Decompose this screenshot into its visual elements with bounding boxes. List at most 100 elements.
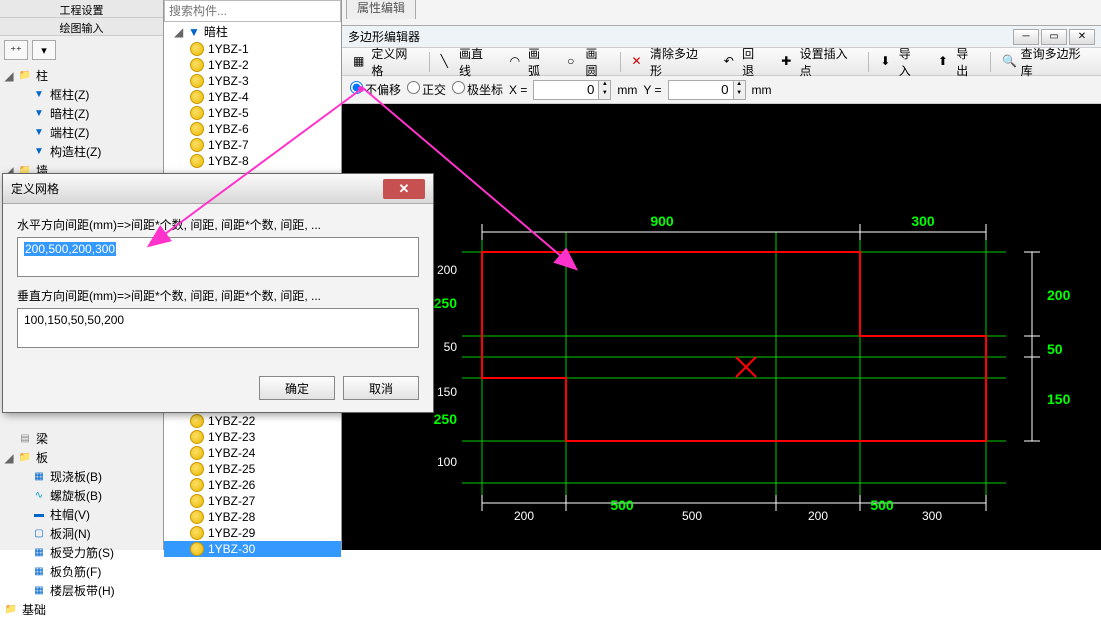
- component-icon: [190, 42, 204, 56]
- import-button[interactable]: ⬇导入: [873, 42, 928, 82]
- component-icon: [190, 510, 204, 524]
- list-item[interactable]: 1YBZ-3: [164, 73, 341, 89]
- tree-node-liang[interactable]: ▤梁: [0, 429, 163, 448]
- y-input[interactable]: [668, 80, 734, 100]
- clear-poly-button[interactable]: ✕清除多边形: [625, 42, 715, 82]
- tree-node-kuangzhu[interactable]: ▼框柱(Z): [0, 85, 163, 104]
- h-spacing-label: 水平方向间距(mm)=>间距*个数, 间距, 间距*个数, 间距, ...: [17, 216, 419, 233]
- list-item[interactable]: 1YBZ-26: [164, 477, 341, 493]
- cancel-button[interactable]: 取消: [343, 376, 419, 400]
- v-spacing-label: 垂直方向间距(mm)=>间距*个数, 间距, 间距*个数, 间距, ...: [17, 287, 419, 304]
- line-icon: ╲: [441, 54, 456, 70]
- list-item[interactable]: 1YBZ-8: [164, 153, 341, 169]
- insert-point-marker: [736, 357, 756, 377]
- list-item[interactable]: 1YBZ-24: [164, 445, 341, 461]
- export-button[interactable]: ⬆导出: [931, 42, 986, 82]
- draw-circle-button[interactable]: ○画圆: [560, 42, 615, 82]
- ok-button[interactable]: 确定: [259, 376, 335, 400]
- search-input[interactable]: [164, 0, 341, 22]
- arc-icon: ◠: [510, 54, 525, 70]
- tree-node-ban[interactable]: ◢📁板: [0, 448, 163, 467]
- list-item[interactable]: 1YBZ-5: [164, 105, 341, 121]
- polygon-shape: [482, 252, 986, 441]
- svg-text:200: 200: [808, 509, 828, 523]
- marker-icon: ✚: [781, 54, 796, 70]
- list-item[interactable]: 1YBZ-28: [164, 509, 341, 525]
- component-icon: [190, 462, 204, 476]
- undo-icon: ↶: [724, 54, 739, 70]
- svg-text:200: 200: [514, 509, 534, 523]
- draw-line-button[interactable]: ╲画直线: [434, 42, 501, 82]
- tree-node-ban-4[interactable]: ▦板受力筋(S): [0, 543, 163, 562]
- component-icon: [190, 90, 204, 104]
- drawing-toolbar: ▦定义网格 ╲画直线 ◠画弧 ○画圆 ✕清除多边形 ↶回退 ✚设置插入点 ⬇导入…: [342, 48, 1101, 76]
- svg-text:500: 500: [870, 497, 894, 513]
- component-icon: [190, 74, 204, 88]
- search-icon: 🔍: [1002, 54, 1017, 70]
- dim-right-2: 50: [1047, 341, 1063, 357]
- radio-ortho[interactable]: 正交: [407, 81, 446, 98]
- tab-property-edit[interactable]: 属性编辑: [346, 0, 416, 19]
- panel-header-settings: 工程设置: [0, 0, 163, 18]
- circle-icon: ○: [567, 54, 582, 70]
- dim-right-1: 200: [1047, 287, 1071, 303]
- x-input[interactable]: [533, 80, 599, 100]
- editor-panel: 属性编辑 多边形编辑器 ─ ▭ ✕ ▦定义网格 ╲画直线 ◠画弧 ○画圆 ✕清除…: [342, 0, 1101, 550]
- radio-nooffset[interactable]: 不偏移: [350, 81, 401, 98]
- list-group-anzhu[interactable]: ◢▼暗柱: [164, 22, 341, 41]
- offset-toolbar: 不偏移 正交 极坐标 X = ▲▼ mm Y = ▲▼ mm: [342, 76, 1101, 104]
- query-lib-button[interactable]: 🔍查询多边形库: [995, 42, 1097, 82]
- svg-text:250: 250: [434, 411, 458, 427]
- tree-node-ban-6[interactable]: ▦楼层板带(H): [0, 581, 163, 600]
- tree-node-ban-0[interactable]: ▦现浇板(B): [0, 467, 163, 486]
- list-item[interactable]: 1YBZ-23: [164, 429, 341, 445]
- tree-node-jichu[interactable]: 📁基础: [0, 600, 163, 619]
- drawing-canvas[interactable]: 900 300 200 50 150 200 250 50 150 250 10…: [342, 104, 1101, 550]
- tree-node-ban-1[interactable]: ∿螺旋板(B): [0, 486, 163, 505]
- dialog-close-button[interactable]: ✕: [383, 179, 425, 199]
- radio-polar[interactable]: 极坐标: [452, 81, 503, 98]
- define-grid-button[interactable]: ▦定义网格: [346, 42, 425, 82]
- set-insert-button[interactable]: ✚设置插入点: [774, 42, 864, 82]
- svg-text:50: 50: [444, 340, 458, 354]
- component-icon: [190, 478, 204, 492]
- list-item[interactable]: 1YBZ-27: [164, 493, 341, 509]
- tree-node-duanzhu[interactable]: ▼端柱(Z): [0, 123, 163, 142]
- unit-label: mm: [617, 83, 637, 97]
- import-icon: ⬇: [880, 54, 895, 70]
- tree-node-ban-5[interactable]: ▦板负筋(F): [0, 562, 163, 581]
- tree-node-ban-3[interactable]: ▢板洞(N): [0, 524, 163, 543]
- svg-text:300: 300: [922, 509, 942, 523]
- list-item[interactable]: 1YBZ-2: [164, 57, 341, 73]
- list-item[interactable]: 1YBZ-1: [164, 41, 341, 57]
- list-item[interactable]: 1YBZ-29: [164, 525, 341, 541]
- dim-right-3: 150: [1047, 391, 1071, 407]
- h-spacing-input[interactable]: 200,500,200,300: [17, 237, 419, 277]
- svg-text:200: 200: [437, 263, 457, 277]
- component-icon: [190, 542, 204, 556]
- tree-node-zhu[interactable]: ◢📁柱: [0, 66, 163, 85]
- tree-node-gouzaozhu[interactable]: ▼构造柱(Z): [0, 142, 163, 161]
- list-item[interactable]: 1YBZ-4: [164, 89, 341, 105]
- tree-node-ban-2[interactable]: ▬柱帽(V): [0, 505, 163, 524]
- list-item-selected[interactable]: 1YBZ-30: [164, 541, 341, 557]
- list-item[interactable]: 1YBZ-7: [164, 137, 341, 153]
- panel-header-drawing: 绘图输入: [0, 18, 163, 36]
- list-item[interactable]: 1YBZ-25: [164, 461, 341, 477]
- list-item[interactable]: 1YBZ-22: [164, 413, 341, 429]
- expand-button[interactable]: ⁺⁺: [4, 40, 28, 60]
- collapse-button[interactable]: ▾: [32, 40, 56, 60]
- svg-text:150: 150: [437, 385, 457, 399]
- undo-button[interactable]: ↶回退: [717, 42, 772, 82]
- draw-arc-button[interactable]: ◠画弧: [503, 42, 558, 82]
- v-spacing-input[interactable]: 100,150,50,50,200: [17, 308, 419, 348]
- component-icon: [190, 414, 204, 428]
- x-spinner[interactable]: ▲▼: [599, 80, 611, 100]
- tree-node-anzhu[interactable]: ▼暗柱(Z): [0, 104, 163, 123]
- y-spinner[interactable]: ▲▼: [734, 80, 746, 100]
- component-icon: [190, 106, 204, 120]
- define-grid-dialog: 定义网格 ✕ 水平方向间距(mm)=>间距*个数, 间距, 间距*个数, 间距,…: [2, 173, 434, 413]
- list-item[interactable]: 1YBZ-6: [164, 121, 341, 137]
- dim-top-2: 300: [911, 213, 935, 229]
- svg-text:250: 250: [434, 295, 458, 311]
